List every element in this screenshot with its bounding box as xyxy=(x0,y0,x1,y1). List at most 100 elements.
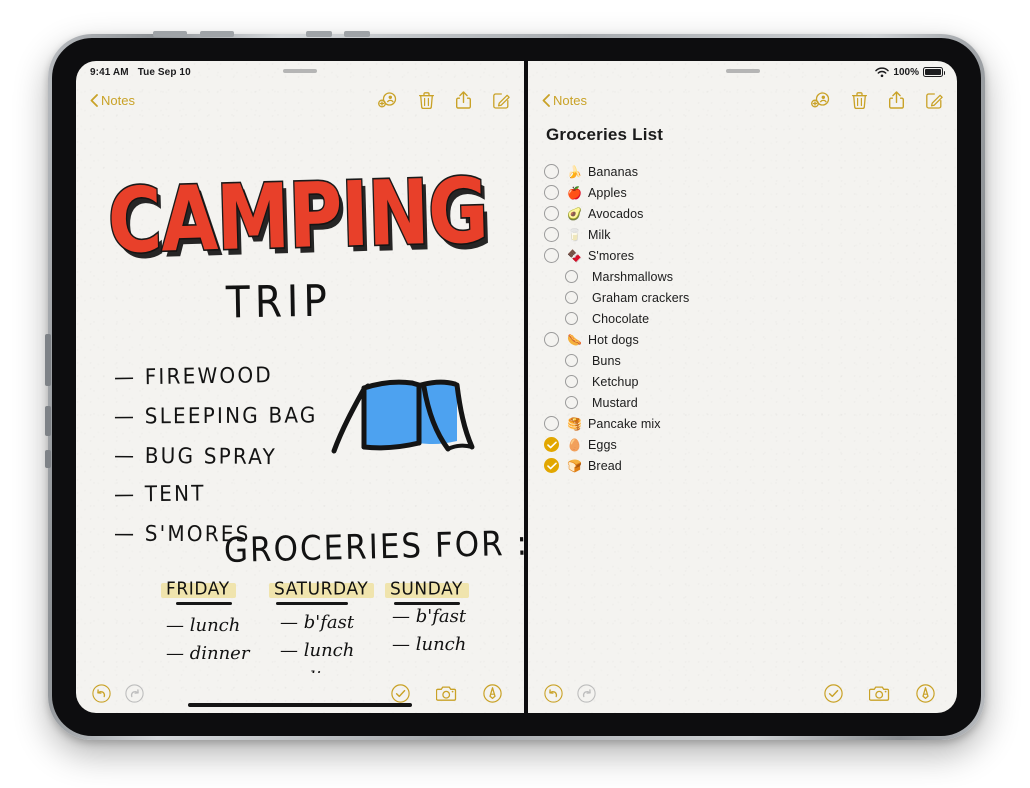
underline-sunday xyxy=(394,602,460,605)
checklist-subitem[interactable]: Mustard xyxy=(565,392,957,413)
checkbox-unchecked-icon[interactable] xyxy=(544,416,559,431)
compose-icon[interactable] xyxy=(926,92,943,109)
ipad-screen: 9:41 AM Tue Sep 10 Notes CAMPING TRIP — … xyxy=(76,61,957,713)
checklist-item-label: Bananas xyxy=(588,164,639,179)
checkbox-unchecked-icon[interactable] xyxy=(544,332,559,347)
redo-icon[interactable] xyxy=(125,683,144,703)
item-emoji: 🥑 xyxy=(567,206,582,221)
item-emoji: 🌭 xyxy=(567,332,582,347)
screenshot-root: 9:41 AM Tue Sep 10 Notes CAMPING TRIP — … xyxy=(0,0,1030,788)
wifi-icon xyxy=(875,66,890,77)
status-date: Tue Sep 10 xyxy=(137,66,191,78)
checkbox-unchecked-icon[interactable] xyxy=(565,375,578,388)
tent-illustration xyxy=(331,379,475,454)
checklist-item[interactable]: 🍞 Bread xyxy=(544,455,957,476)
checklist-item[interactable]: 🍎 Apples xyxy=(544,182,957,203)
checklist-icon[interactable] xyxy=(391,683,410,703)
add-people-icon[interactable] xyxy=(811,92,830,108)
packing-list-item: — BUG SPRAY xyxy=(113,442,278,470)
checklist-item-label: Mustard xyxy=(592,395,638,410)
meal-plan-column-sunday: SUNDAY — b'fast — lunch xyxy=(385,578,470,655)
note-title-groceries: Groceries List xyxy=(546,125,664,144)
undo-icon[interactable] xyxy=(92,683,111,703)
split-view-right-pane: 100% Notes Groceries List 🍌 Bananas 🍎 Ap… xyxy=(528,61,957,713)
checklist-item-label: Pancake mix xyxy=(588,416,661,431)
checkbox-unchecked-icon[interactable] xyxy=(565,354,578,367)
checklist-subitem[interactable]: Ketchup xyxy=(565,371,957,392)
checkbox-unchecked-icon[interactable] xyxy=(565,396,578,409)
back-to-notes-button-left[interactable]: Notes xyxy=(90,93,135,108)
checkbox-checked-icon[interactable] xyxy=(544,437,559,452)
chevron-left-icon xyxy=(542,93,550,107)
back-button-label: Notes xyxy=(553,92,587,108)
checklist-item-label: Milk xyxy=(588,227,611,242)
chevron-left-icon xyxy=(90,93,98,107)
checklist-subitem[interactable]: Chocolate xyxy=(565,308,957,329)
checklist-note-canvas[interactable]: Groceries List 🍌 Bananas 🍎 Apples 🥑 Avocados 🥛… xyxy=(528,117,957,673)
checkbox-unchecked-icon[interactable] xyxy=(565,312,578,325)
checklist-item-label: Graham crackers xyxy=(592,290,690,305)
underline-saturday xyxy=(276,602,348,605)
handwritten-note-canvas[interactable]: CAMPING TRIP — FIREWOOD — SLEEPING BAG —… xyxy=(76,117,524,673)
checkbox-checked-icon[interactable] xyxy=(544,458,559,473)
note-title-camping: CAMPING xyxy=(105,157,490,275)
meal-item: — lunch xyxy=(280,639,355,661)
checklist-item-label: Bread xyxy=(588,458,622,473)
battery-percent-label: 100% xyxy=(893,66,919,78)
markup-pen-icon[interactable] xyxy=(916,683,935,703)
checklist-icon[interactable] xyxy=(824,683,843,703)
nav-bar-left: Notes xyxy=(76,83,524,117)
back-button-label: Notes xyxy=(101,92,135,108)
redo-icon[interactable] xyxy=(577,683,596,703)
trash-icon[interactable] xyxy=(852,91,867,109)
checkbox-unchecked-icon[interactable] xyxy=(544,206,559,221)
checklist-subitem[interactable]: Marshmallows xyxy=(565,266,957,287)
status-time: 9:41 AM xyxy=(90,66,129,78)
item-emoji: 🍎 xyxy=(567,185,582,200)
meal-plan-column-friday: FRIDAY — lunch — dinner xyxy=(161,578,249,664)
share-icon[interactable] xyxy=(889,91,904,109)
share-icon[interactable] xyxy=(456,91,471,109)
split-view-left-pane: 9:41 AM Tue Sep 10 Notes CAMPING TRIP — … xyxy=(76,61,524,713)
checklist-item[interactable]: 🥚 Eggs xyxy=(544,434,957,455)
camera-icon[interactable] xyxy=(436,685,457,702)
home-indicator-left[interactable] xyxy=(188,703,412,707)
checklist-item-label: Eggs xyxy=(588,437,617,452)
top-button-a[interactable] xyxy=(306,31,332,37)
markup-pen-icon[interactable] xyxy=(483,683,502,703)
item-emoji: 🥚 xyxy=(567,437,582,452)
undo-icon[interactable] xyxy=(544,683,563,703)
bottom-toolbar-left xyxy=(76,673,524,713)
smart-connector xyxy=(45,406,51,436)
checklist-item[interactable]: 🥛 Milk xyxy=(544,224,957,245)
top-button-b[interactable] xyxy=(344,31,370,37)
checklist-item[interactable]: 🥞 Pancake mix xyxy=(544,413,957,434)
checkbox-unchecked-icon[interactable] xyxy=(565,270,578,283)
checklist-subitem[interactable]: Graham crackers xyxy=(565,287,957,308)
checkbox-unchecked-icon[interactable] xyxy=(544,164,559,179)
checklist-item-label: Apples xyxy=(588,185,627,200)
meal-item: — lunch xyxy=(166,614,241,636)
volume-button-down[interactable] xyxy=(200,31,234,37)
back-to-notes-button-right[interactable]: Notes xyxy=(542,93,587,108)
checklist-item[interactable]: 🍫 S'mores xyxy=(544,245,957,266)
checklist-item-label: Ketchup xyxy=(592,374,639,389)
compose-icon[interactable] xyxy=(493,92,510,109)
split-view-grabber-left[interactable] xyxy=(283,69,317,73)
trash-icon[interactable] xyxy=(419,91,434,109)
volume-button-up[interactable] xyxy=(153,31,187,37)
checkbox-unchecked-icon[interactable] xyxy=(565,291,578,304)
add-people-icon[interactable] xyxy=(378,92,397,108)
checklist-item[interactable]: 🥑 Avocados xyxy=(544,203,957,224)
split-view-grabber-right[interactable] xyxy=(725,69,760,73)
checklist-item[interactable]: 🌭 Hot dogs xyxy=(544,329,957,350)
packing-list-item: — FIREWOOD xyxy=(113,361,274,390)
checkbox-unchecked-icon[interactable] xyxy=(544,248,559,263)
checklist-subitem[interactable]: Buns xyxy=(565,350,957,371)
checklist-item[interactable]: 🍌 Bananas xyxy=(544,161,957,182)
camera-icon[interactable] xyxy=(869,685,890,702)
day-label-sunday: SUNDAY xyxy=(390,578,464,600)
checkbox-unchecked-icon[interactable] xyxy=(544,185,559,200)
checkbox-unchecked-icon[interactable] xyxy=(544,227,559,242)
meal-item: — lunch xyxy=(392,633,467,655)
